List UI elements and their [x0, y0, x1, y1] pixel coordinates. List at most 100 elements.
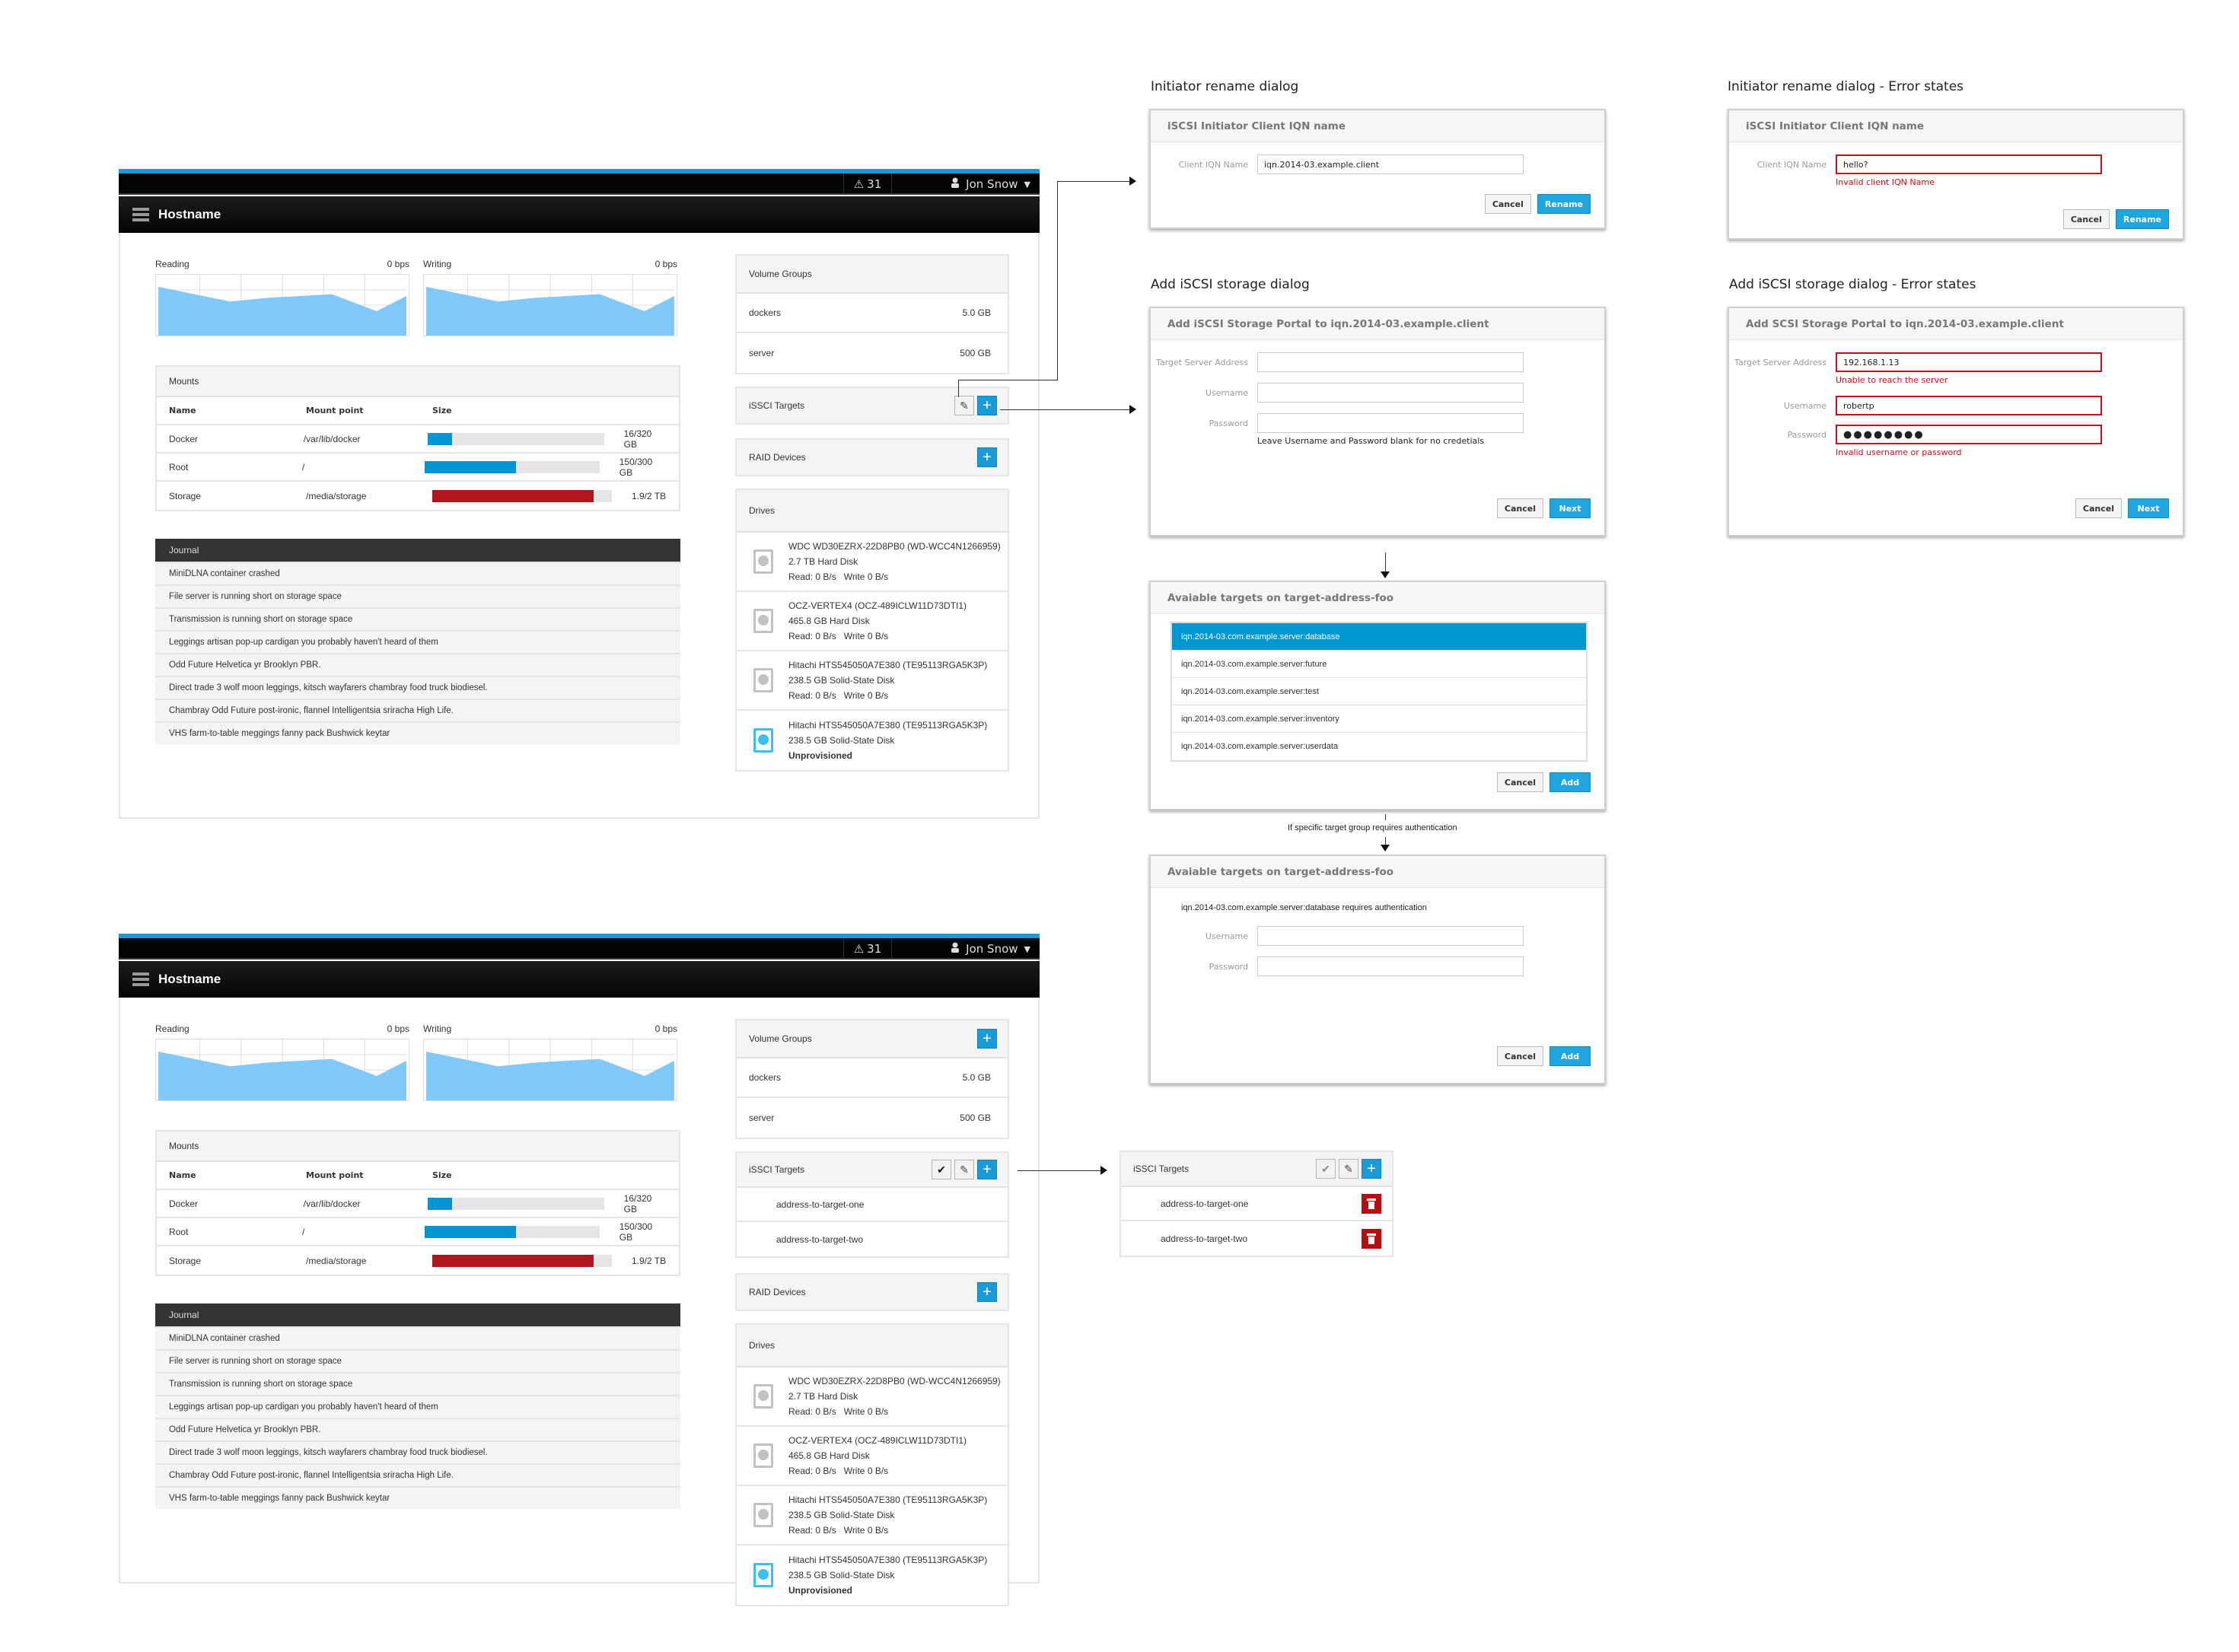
- edit-button[interactable]: ✎: [1339, 1159, 1358, 1179]
- iscsi-targets-header: iSSCI Targets ✔ ✎ +: [1121, 1152, 1392, 1187]
- delete-target-button[interactable]: [1362, 1228, 1381, 1249]
- password-input[interactable]: [1257, 957, 1524, 976]
- confirm-button[interactable]: ✔: [1316, 1159, 1336, 1179]
- drive-row[interactable]: Hitachi HTS545050A7E380 (TE95113RGA5K3P)…: [737, 711, 1008, 770]
- cancel-button[interactable]: Cancel: [1496, 1046, 1543, 1066]
- password-input[interactable]: ●●●●●●●●: [1836, 425, 2102, 444]
- connector-line: [1057, 181, 1130, 182]
- usage-bar: [432, 489, 612, 502]
- add-target-button[interactable]: +: [977, 396, 997, 415]
- cancel-button[interactable]: Cancel: [1496, 498, 1543, 518]
- journal-entry[interactable]: Transmission is running short on storage…: [155, 607, 680, 630]
- mount-point: /: [301, 1226, 305, 1237]
- add-button[interactable]: Add: [1549, 772, 1591, 792]
- volume-groups-panel: Volume Groups + dockers 5.0 GB server 500 GB: [735, 1019, 1009, 1139]
- edit-button[interactable]: ✎: [954, 1160, 974, 1179]
- drive-status: Read: 0 B/s Write 0 B/s: [788, 571, 889, 582]
- add-raid-button[interactable]: +: [977, 447, 997, 467]
- target-option[interactable]: iqn.2014-03.com.example.server:test: [1172, 678, 1586, 705]
- username-input[interactable]: robertp: [1836, 396, 2102, 415]
- journal-entry[interactable]: Odd Future Helvetica yr Brooklyn PBR.: [155, 653, 680, 676]
- volume-group-name: dockers: [749, 307, 782, 318]
- notifications-button[interactable]: ⚠ 31: [843, 173, 892, 195]
- mount-row[interactable]: Storage/media/storage 1.9/2 TB: [157, 482, 679, 510]
- dialog-title: Avaiable targets on target-address-foo: [1151, 582, 1604, 614]
- journal-entry[interactable]: Transmission is running short on storage…: [155, 1372, 680, 1395]
- mount-name: Root: [169, 1226, 189, 1237]
- target-option[interactable]: iqn.2014-03.com.example.server:database: [1172, 623, 1586, 651]
- add-raid-button[interactable]: +: [977, 1282, 997, 1302]
- journal-entry[interactable]: File server is running short on storage …: [155, 1349, 680, 1372]
- user-menu[interactable]: Jon Snow ▼: [893, 173, 1030, 195]
- edit-button[interactable]: ✎: [954, 396, 974, 415]
- next-button[interactable]: Next: [1549, 498, 1591, 518]
- disk-icon: [753, 728, 773, 753]
- volume-group-name: server: [749, 1112, 775, 1123]
- client-iqn-input[interactable]: hello?: [1836, 154, 2102, 174]
- add-target-button[interactable]: +: [977, 1160, 997, 1179]
- journal-entry[interactable]: Direct trade 3 wolf moon leggings, kitsc…: [155, 676, 680, 699]
- journal-entry[interactable]: MiniDLNA container crashed: [155, 1326, 680, 1349]
- drive-row[interactable]: Hitachi HTS545050A7E380 (TE95113RGA5K3P)…: [737, 1545, 1008, 1605]
- drive-row[interactable]: WDC WD30EZRX-22D8PB0 (WD-WCC4N1266959) 2.…: [737, 533, 1008, 592]
- cancel-button[interactable]: Cancel: [1496, 772, 1543, 792]
- journal-panel: Journal MiniDLNA container crashed File se…: [155, 1303, 680, 1509]
- journal-entry[interactable]: VHS farm-to-table meggings fanny pack Bu…: [155, 721, 680, 744]
- drive-row[interactable]: OCZ-VERTEX4 (OCZ-489ICLW11D73DTI1) 465.8 …: [737, 592, 1008, 651]
- cancel-button[interactable]: Cancel: [2062, 209, 2110, 229]
- username-input[interactable]: [1257, 926, 1524, 946]
- journal-entry[interactable]: Direct trade 3 wolf moon leggings, kitsc…: [155, 1440, 680, 1463]
- address-input[interactable]: 192.168.1.13: [1836, 352, 2102, 372]
- username-input[interactable]: [1257, 383, 1524, 403]
- rename-button[interactable]: Rename: [1537, 194, 1591, 214]
- target-row[interactable]: address-to-target-two: [737, 1222, 1008, 1256]
- target-option[interactable]: iqn.2014-03.com.example.server:userdata: [1172, 733, 1586, 760]
- journal-entry[interactable]: Chambray Odd Future post-ironic, flannel…: [155, 1463, 680, 1486]
- journal-entry[interactable]: MiniDLNA container crashed: [155, 562, 680, 584]
- journal-entry[interactable]: VHS farm-to-table meggings fanny pack Bu…: [155, 1486, 680, 1509]
- hamburger-menu-icon[interactable]: [132, 208, 149, 221]
- mount-row[interactable]: Root / 150/300 GB: [157, 1218, 679, 1246]
- drive-row[interactable]: OCZ-VERTEX4 (OCZ-489ICLW11D73DTI1) 465.8 …: [737, 1427, 1008, 1486]
- add-volume-group-button[interactable]: +: [977, 1029, 997, 1049]
- journal-entry[interactable]: Leggings artisan pop-up cardigan you pro…: [155, 630, 680, 653]
- user-menu[interactable]: Jon Snow ▼: [893, 938, 1030, 960]
- add-target-button[interactable]: +: [1362, 1159, 1381, 1179]
- client-iqn-input[interactable]: iqn.2014-03.example.client: [1257, 154, 1524, 174]
- volume-group-row[interactable]: server 500 GB: [737, 1098, 1008, 1138]
- journal-entry[interactable]: Chambray Odd Future post-ironic, flannel…: [155, 699, 680, 721]
- notifications-button[interactable]: ⚠ 31: [843, 938, 892, 960]
- volume-group-row[interactable]: dockers 5.0 GB: [737, 1058, 1008, 1098]
- journal-entry[interactable]: Odd Future Helvetica yr Brooklyn PBR.: [155, 1418, 680, 1440]
- mount-row[interactable]: Docker/var/lib/docker 16/320 GB: [157, 1190, 679, 1218]
- disk-icon: [753, 668, 773, 692]
- target-option[interactable]: iqn.2014-03.com.example.server:inventory: [1172, 705, 1586, 733]
- volume-group-row[interactable]: server 500 GB: [737, 333, 1008, 373]
- target-row[interactable]: address-to-target-one: [737, 1188, 1008, 1222]
- address-input[interactable]: [1257, 352, 1524, 372]
- cancel-button[interactable]: Cancel: [1484, 194, 1531, 214]
- next-button[interactable]: Next: [2128, 498, 2169, 518]
- add-button[interactable]: Add: [1549, 1046, 1591, 1066]
- journal-entry[interactable]: Leggings artisan pop-up cardigan you pro…: [155, 1395, 680, 1418]
- drive-row[interactable]: Hitachi HTS545050A7E380 (TE95113RGA5K3P)…: [737, 1486, 1008, 1545]
- usage-bar: [425, 460, 600, 473]
- rename-button[interactable]: Rename: [2115, 209, 2169, 229]
- volume-group-row[interactable]: dockers 5.0 GB: [737, 294, 1008, 333]
- target-option[interactable]: iqn.2014-03.com.example.server:future: [1172, 651, 1586, 678]
- delete-target-button[interactable]: [1362, 1193, 1381, 1214]
- confirm-button[interactable]: ✔: [932, 1160, 951, 1179]
- hamburger-menu-icon[interactable]: [132, 972, 149, 986]
- add-dialog-caption: Add iSCSI storage dialog: [1151, 277, 1310, 292]
- mount-row[interactable]: Root / 150/300 GB: [157, 454, 679, 482]
- journal-entry[interactable]: File server is running short on storage …: [155, 584, 680, 607]
- disk-icon: [753, 1503, 773, 1527]
- password-input[interactable]: [1257, 413, 1524, 433]
- drive-row[interactable]: Hitachi HTS545050A7E380 (TE95113RGA5K3P)…: [737, 651, 1008, 711]
- column-header-size: Size: [432, 1170, 452, 1180]
- navbar: Hostname: [119, 196, 1040, 233]
- drive-row[interactable]: WDC WD30EZRX-22D8PB0 (WD-WCC4N1266959) 2.…: [737, 1367, 1008, 1427]
- mount-row[interactable]: Docker/var/lib/docker 16/320 GB: [157, 425, 679, 454]
- cancel-button[interactable]: Cancel: [2075, 498, 2122, 518]
- mount-row[interactable]: Storage/media/storage 1.9/2 TB: [157, 1246, 679, 1275]
